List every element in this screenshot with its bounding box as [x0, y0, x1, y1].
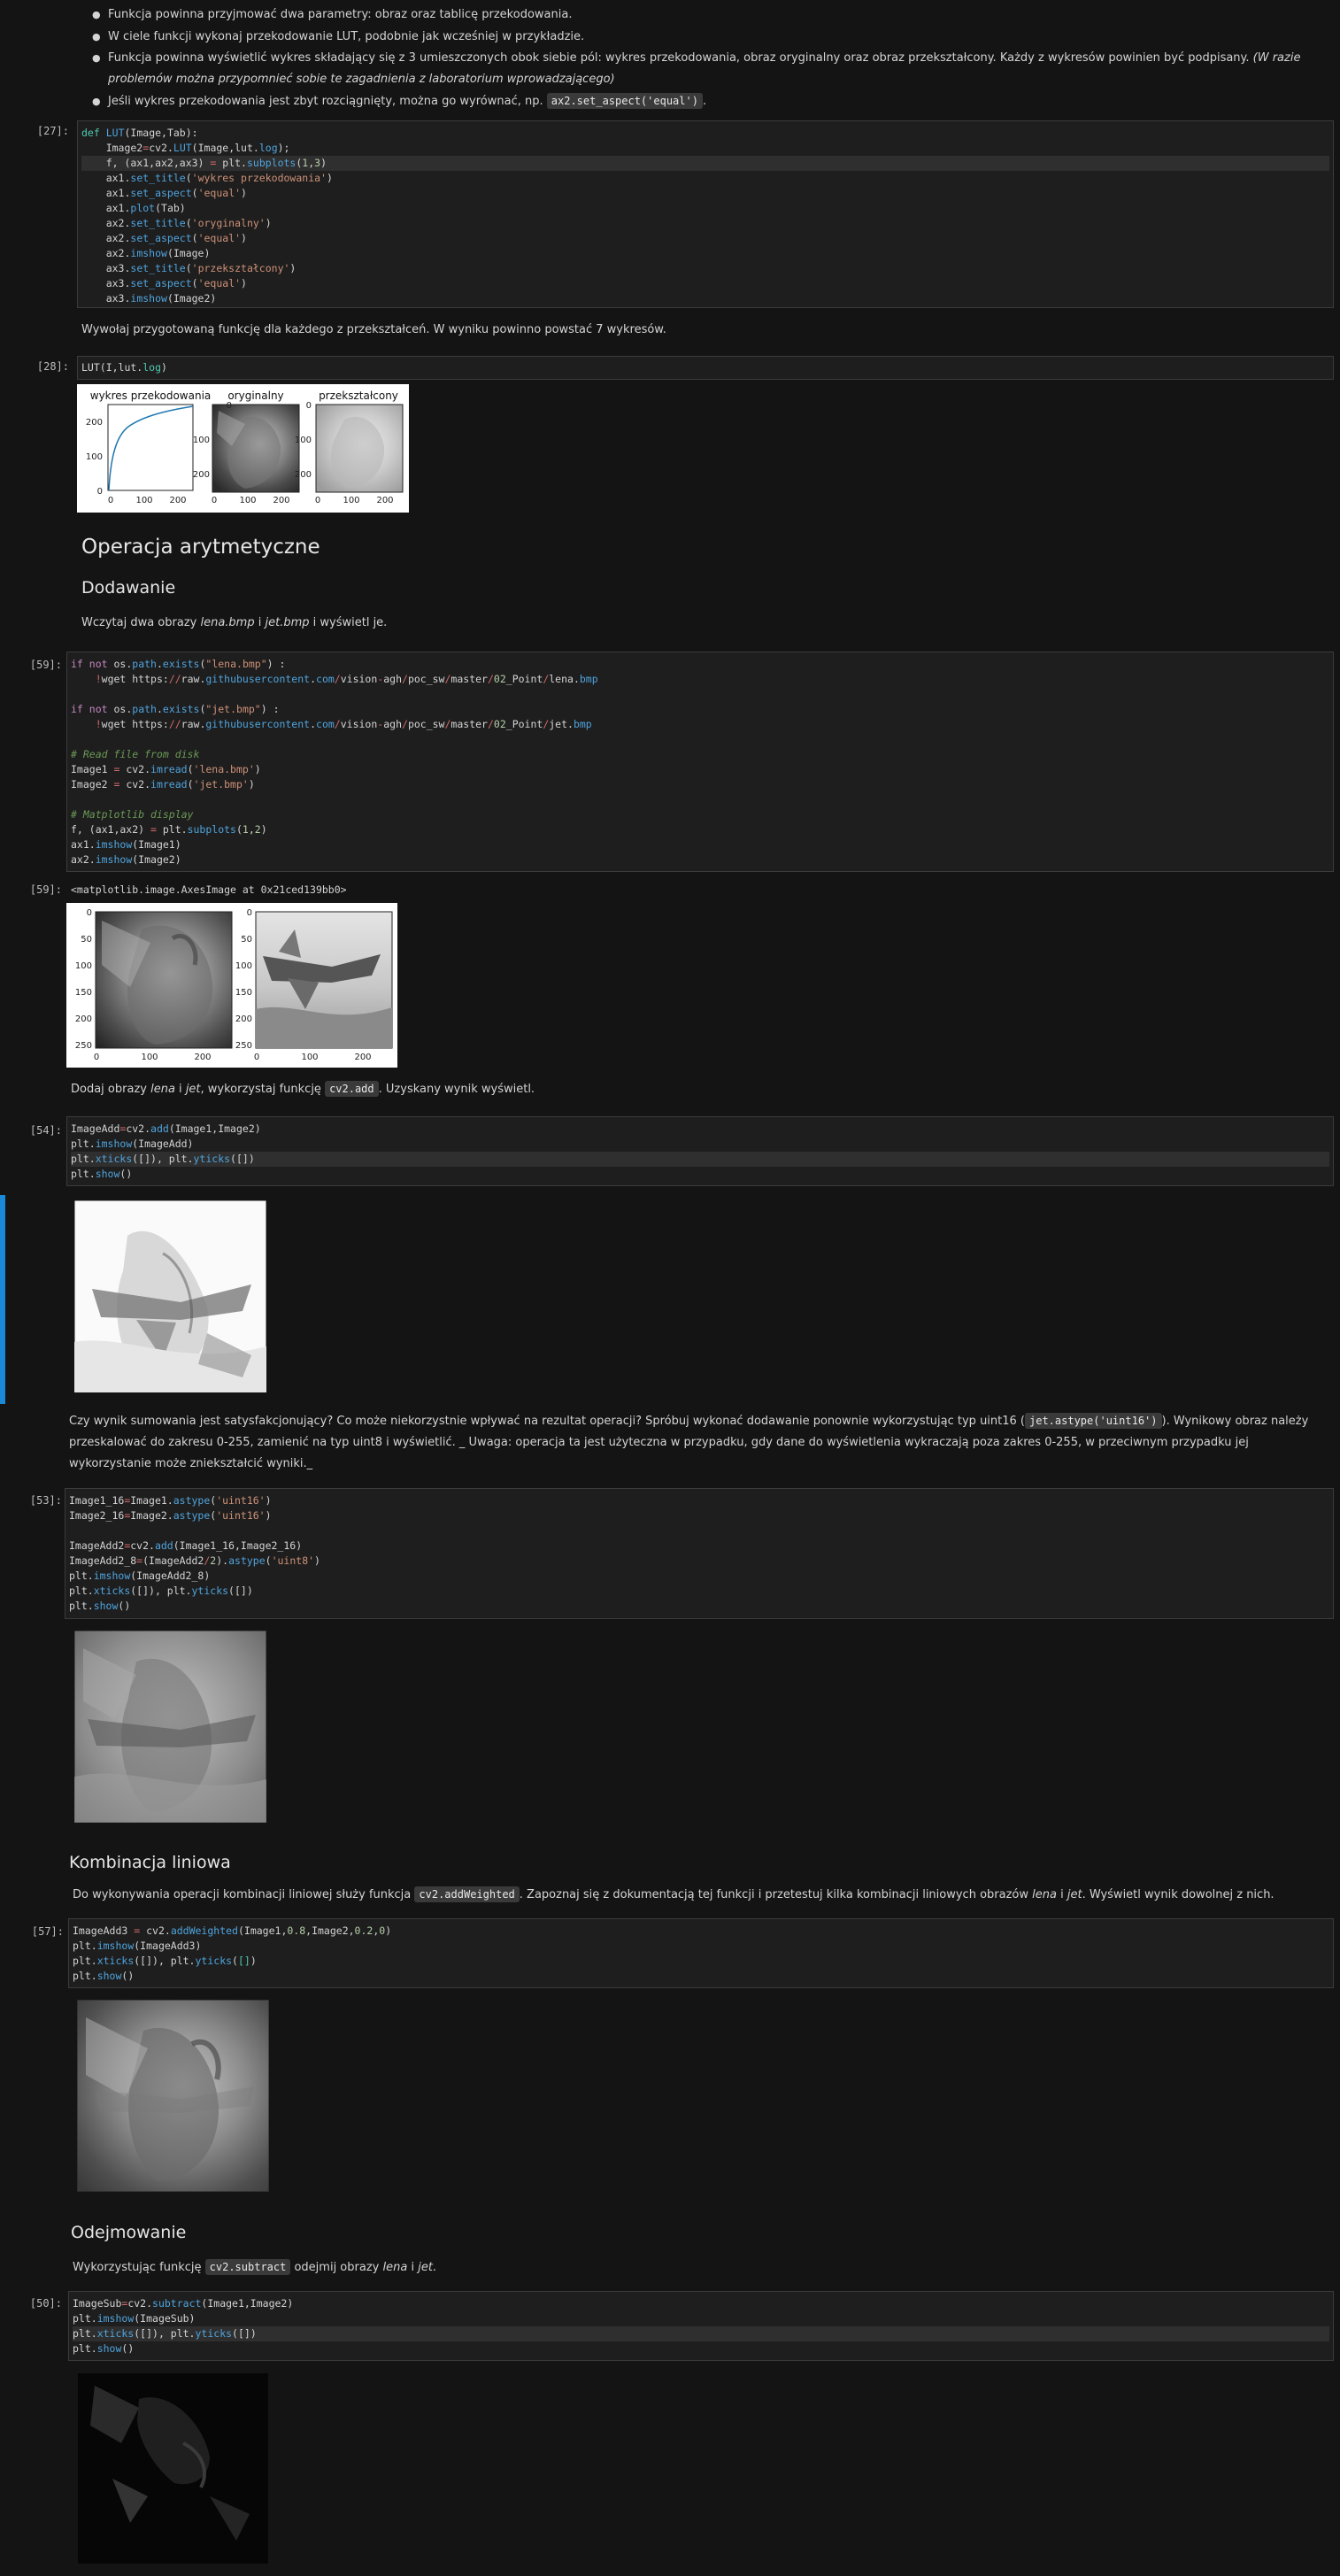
image-title: przekształcony	[319, 389, 398, 402]
subtract-result-image	[77, 2372, 269, 2564]
plot-title: wykres przekodowania	[90, 389, 212, 402]
x-tick: 0	[94, 1053, 99, 1062]
instruction-bullets: Funkcja powinna przyjmować dwa parametry…	[92, 4, 1331, 112]
plot-axes	[107, 404, 194, 491]
x-tick: 0	[254, 1053, 259, 1062]
x-tick: 200	[169, 496, 186, 505]
bullet-item: Funkcja powinna przyjmować dwa parametry…	[92, 4, 1331, 26]
markdown-text: Do wykonywania operacji kombinacji linio…	[73, 1886, 1275, 1902]
markdown-text: Wczytaj dwa obrazy lena.bmp i jet.bmp i …	[81, 616, 388, 629]
x-tick: 200	[273, 496, 289, 505]
x-tick: 100	[239, 496, 256, 505]
loaded-images-figure: 0 50 100 150 200 250 0 100 200 0 50 100 …	[66, 903, 397, 1068]
cell-prompt: [59]:	[29, 659, 62, 671]
code-cell-cv2-add[interactable]: ImageAdd=cv2.add(Image1,Image2) plt.imsho…	[66, 1116, 1334, 1186]
markdown-text: Wykorzystując funkcję cv2.subtract odejm…	[73, 2259, 437, 2275]
y-tick: 200	[295, 470, 312, 480]
cell-prompt: [50]:	[29, 2297, 62, 2310]
cell-prompt: [53]:	[29, 1494, 62, 1507]
y-tick: 150	[75, 988, 92, 998]
code-cell-lut-call[interactable]: LUT(I,lut.log)	[77, 356, 1334, 380]
heading-arithmetic: Operacja arytmetyczne	[81, 536, 320, 559]
y-tick: 100	[86, 452, 103, 462]
uint16-add-result-image	[74, 1631, 266, 1823]
x-tick: 0	[212, 496, 217, 505]
code-cell-uint16-add[interactable]: Image1_16=Image1.astype('uint16') Image2_…	[65, 1488, 1334, 1619]
weighted-result-image	[77, 2000, 269, 2192]
bullet-item: Jeśli wykres przekodowania jest zbyt roz…	[92, 90, 1331, 112]
output-prompt: [59]:	[29, 883, 62, 896]
code-cell-add-weighted[interactable]: ImageAdd3 = cv2.addWeighted(Image1,0.8,I…	[68, 1918, 1334, 1988]
y-tick: 50	[81, 935, 92, 945]
x-tick: 0	[108, 496, 113, 505]
y-tick: 200	[193, 470, 210, 480]
x-tick: 200	[194, 1053, 211, 1062]
output-text: <matplotlib.image.AxesImage at 0x21ced13…	[71, 883, 347, 896]
y-tick: 100	[193, 436, 210, 445]
markdown-text: Dodaj obrazy lena i jet, wykorzystaj fun…	[71, 1081, 535, 1097]
y-tick: 50	[241, 935, 252, 945]
image-title: oryginalny	[227, 389, 283, 402]
code-cell-cv2-subtract[interactable]: ImageSub=cv2.subtract(Image1,Image2) plt.…	[68, 2291, 1334, 2361]
y-tick: 0	[306, 401, 312, 411]
y-tick: 100	[235, 961, 252, 971]
x-tick: 0	[315, 496, 320, 505]
markdown-text: Czy wynik sumowania jest satysfakcjonują…	[69, 1413, 1309, 1470]
x-tick: 100	[301, 1053, 318, 1062]
y-tick: 0	[87, 908, 92, 918]
cell-prompt: [28]:	[36, 360, 69, 373]
y-tick: 200	[235, 1014, 252, 1024]
cell-prompt: [57]:	[31, 1925, 64, 1938]
markdown-text: Wywołaj przygotowaną funkcję dla każdego…	[81, 323, 666, 336]
code-cell-load-images[interactable]: if not os.path.exists("lena.bmp") : !wge…	[66, 652, 1334, 872]
x-tick: 100	[135, 496, 152, 505]
active-cell-indicator	[0, 1195, 5, 1404]
y-tick: 250	[75, 1041, 92, 1051]
heading-subtraction: Odejmowanie	[71, 2223, 187, 2242]
y-tick: 0	[97, 487, 103, 497]
y-tick: 200	[86, 418, 103, 428]
x-tick: 200	[354, 1053, 371, 1062]
lut-figure: wykres przekodowania oryginalny przekszt…	[77, 384, 409, 513]
y-tick: 250	[235, 1041, 252, 1051]
y-tick: 0	[227, 401, 232, 411]
bullet-item: W ciele funkcji wykonaj przekodowanie LU…	[92, 26, 1331, 48]
heading-addition: Dodawanie	[81, 578, 176, 598]
x-tick: 100	[343, 496, 359, 505]
y-tick: 150	[235, 988, 252, 998]
x-tick: 200	[376, 496, 393, 505]
y-tick: 0	[247, 908, 252, 918]
y-tick: 200	[75, 1014, 92, 1024]
add-result-image	[74, 1200, 266, 1392]
y-tick: 100	[75, 961, 92, 971]
x-tick: 100	[141, 1053, 158, 1062]
bullet-item: Funkcja powinna wyświetlić wykres składa…	[92, 48, 1331, 90]
cell-prompt: [54]:	[29, 1124, 62, 1137]
cell-prompt: [27]:	[36, 125, 69, 137]
heading-linear-combination: Kombinacja liniowa	[69, 1853, 231, 1872]
y-tick: 100	[295, 436, 312, 445]
code-cell-lut-function[interactable]: def LUT(Image,Tab): Image2=cv2.LUT(Image…	[77, 120, 1334, 308]
